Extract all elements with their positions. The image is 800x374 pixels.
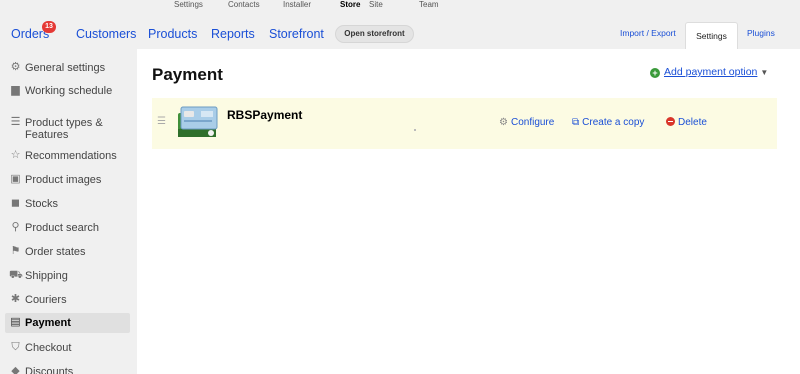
delete-label: Delete <box>678 117 707 128</box>
sidebar-item-payment[interactable]: ▤ Payment <box>5 313 130 333</box>
create-copy-label: Create a copy <box>582 117 645 128</box>
sidebar-item-product-images[interactable]: ▣ Product images <box>5 170 130 190</box>
sidebar-item-checkout[interactable]: ⛉ Checkout <box>5 338 130 358</box>
open-storefront-button[interactable]: Open storefront <box>335 25 414 43</box>
sidebar-item-shipping[interactable]: ⛟ Shipping <box>5 266 130 286</box>
wallet-icon: ▤ <box>10 316 21 328</box>
tab-settings[interactable]: Settings <box>685 22 738 49</box>
sidebar-item-recommendations[interactable]: ☆ Recommendations <box>5 146 130 166</box>
payment-method-row: ☰ RBSPayment ⚙ Configure ⧉ Create a copy D… <box>152 98 777 149</box>
sidebar-item-label: Couriers <box>25 294 67 306</box>
search-icon: ⚲ <box>11 221 20 233</box>
box-icon: ◼ <box>10 197 21 209</box>
tag-icon: ◆ <box>11 365 20 374</box>
sidebar-item-label: Discounts <box>25 366 74 374</box>
orders-count-badge: 13 <box>42 21 56 33</box>
sidebar-item-discounts[interactable]: ◆ Discounts <box>5 362 130 374</box>
configure-label: Configure <box>510 117 555 128</box>
store-main-nav: Orders 13 Customers Products Reports Sto… <box>0 11 800 49</box>
camera-icon: ▣ <box>10 173 21 185</box>
delete-button[interactable]: Delete <box>666 117 707 129</box>
sidebar-item-product-search[interactable]: ⚲ Product search <box>5 218 130 238</box>
sidebar-item-order-states[interactable]: ⚑ Order states <box>5 242 130 262</box>
sidebar-item-label: Payment <box>25 317 71 329</box>
settings-sidebar: ⚙ General settings ▆ Working schedule ☰ … <box>0 49 137 374</box>
top-nav-store[interactable]: Store <box>340 0 360 10</box>
sidebar-item-label: Product search <box>25 222 99 234</box>
sidebar-item-working-schedule[interactable]: ▆ Working schedule <box>5 81 130 101</box>
sidebar-item-label: Product images <box>25 174 102 186</box>
add-payment-option-label: Add payment option <box>664 66 758 78</box>
sidebar-item-product-types[interactable]: ☰ Product types & Features <box>5 113 130 143</box>
nav-customers[interactable]: Customers <box>76 27 136 41</box>
calendar-icon: ▆ <box>11 84 20 96</box>
create-copy-button[interactable]: ⧉ Create a copy <box>572 117 644 129</box>
copy-icon: ⧉ <box>572 117 580 128</box>
page-title: Payment <box>152 65 223 84</box>
configure-button[interactable]: ⚙ Configure <box>499 117 554 129</box>
sidebar-item-label: Stocks <box>25 198 59 210</box>
nav-reports[interactable]: Reports <box>211 27 255 41</box>
import-export-link[interactable]: Import / Export <box>620 28 676 38</box>
sidebar-item-label: Product types & Features <box>25 117 103 141</box>
sidebar-item-general-settings[interactable]: ⚙ General settings <box>5 58 130 78</box>
add-payment-option-button[interactable]: + Add payment option ▼ <box>650 66 768 78</box>
sidebar-item-label: Order states <box>25 246 86 258</box>
list-icon: ☰ <box>10 116 21 128</box>
divider-dot <box>414 129 416 131</box>
top-nav-settings[interactable]: Settings <box>174 0 203 10</box>
sliders-icon: ⚙ <box>10 61 21 73</box>
tab-plugins[interactable]: Plugins <box>747 28 775 38</box>
sidebar-item-label: Working schedule <box>25 85 113 97</box>
walking-man-icon: ✱ <box>10 293 21 305</box>
nav-products[interactable]: Products <box>148 27 197 41</box>
sidebar-item-stocks[interactable]: ◼ Stocks <box>5 194 130 214</box>
sidebar-item-label: Shipping <box>25 270 68 282</box>
payment-settings-panel: Payment + Add payment option ▼ ☰ RBSPaymen… <box>137 49 800 374</box>
truck-icon: ⛟ <box>9 269 23 281</box>
plus-circle-icon: + <box>650 68 660 78</box>
flag-icon: ⚑ <box>10 245 21 257</box>
cart-icon: ⛉ <box>11 341 20 353</box>
star-icon: ☆ <box>10 149 21 161</box>
credit-card-logo-icon <box>178 106 218 137</box>
nav-storefront[interactable]: Storefront <box>269 27 324 41</box>
sidebar-item-label: Recommendations <box>25 150 117 162</box>
app-top-nav: Settings Contacts Installer Store Site T… <box>0 0 800 11</box>
sidebar-item-label: Checkout <box>25 342 72 354</box>
sidebar-item-couriers[interactable]: ✱ Couriers <box>5 290 130 310</box>
top-nav-installer[interactable]: Installer <box>283 0 311 10</box>
gear-icon: ⚙ <box>499 117 508 128</box>
top-nav-site[interactable]: Site <box>369 0 383 10</box>
sidebar-item-label: General settings <box>25 62 106 74</box>
drag-handle-icon[interactable]: ☰ <box>157 116 166 127</box>
payment-method-name: RBSPayment <box>227 108 303 122</box>
top-nav-contacts[interactable]: Contacts <box>228 0 260 10</box>
top-nav-team[interactable]: Team <box>419 0 439 10</box>
delete-icon <box>666 117 675 126</box>
chevron-down-icon: ▼ <box>760 68 769 77</box>
